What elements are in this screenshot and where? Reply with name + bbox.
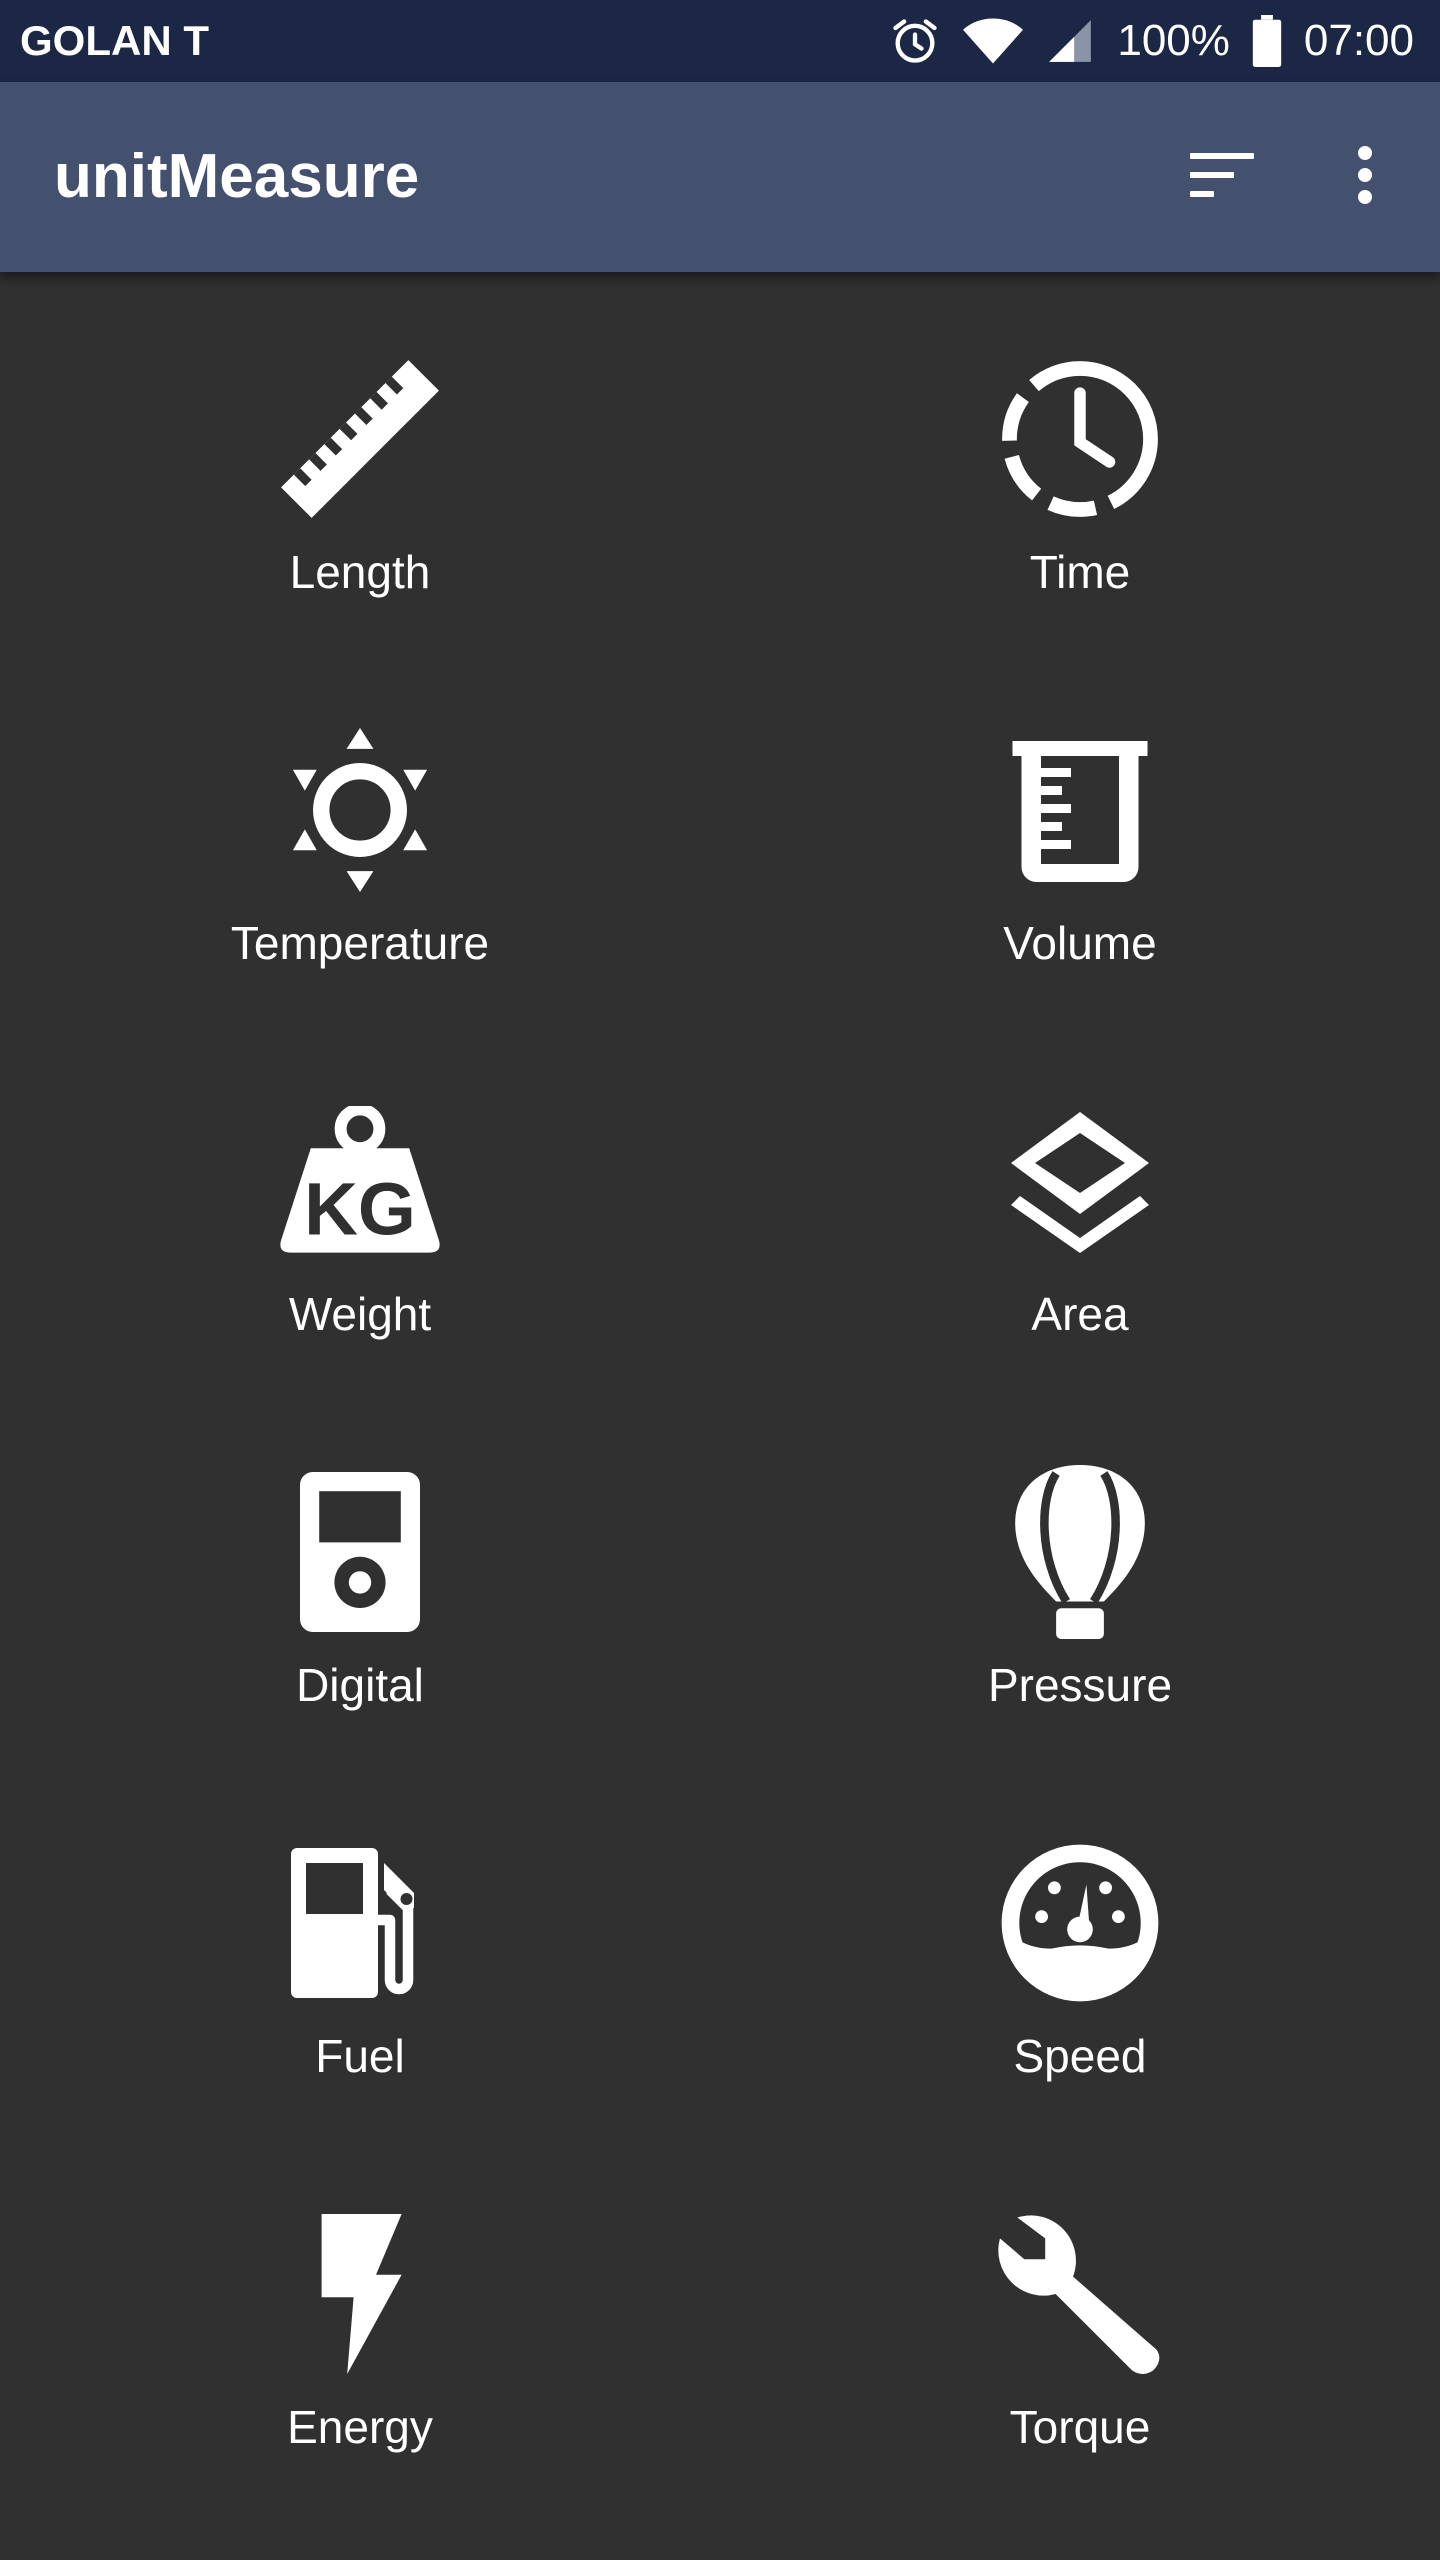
category-temperature[interactable]: Temperature [0,643,720,1014]
gas-pump-icon [291,1847,429,2003]
category-pressure[interactable]: Pressure [720,1385,1440,1756]
ruler-icon [270,349,450,534]
category-label: Pressure [987,1659,1173,1711]
clock-icon [998,357,1162,526]
svg-text:KG: KG [304,1167,416,1250]
category-torque[interactable]: Torque [720,2127,1440,2498]
category-volume[interactable]: Volume [720,643,1440,1014]
category-label: Area [1031,1288,1129,1340]
category-label: Energy [287,2401,433,2453]
kg-weight-icon: KG [278,1102,442,1261]
category-weight[interactable]: KG Weight [0,1014,720,1385]
status-bar: GOLAN T 100% 07:00 [0,0,1440,82]
beaker-icon [1005,735,1155,890]
category-fuel[interactable]: Fuel [0,1756,720,2127]
category-label: Torque [1009,2401,1151,2453]
sort-icon [1190,151,1254,204]
category-label: Time [1029,546,1131,598]
alarm-icon [889,15,941,67]
signal-icon [1045,15,1095,67]
ipod-icon [300,1471,420,1637]
app-title: unitMeasure [54,142,420,211]
category-energy[interactable]: Energy [0,2127,720,2498]
carrier-name: GOLAN T [20,17,209,64]
category-length[interactable]: Length [0,272,720,643]
more-options-button[interactable] [1325,137,1405,217]
wifi-icon [963,15,1024,67]
app-bar: unitMeasure [0,82,1440,272]
category-label: Length [289,546,431,598]
more-vert-icon [1355,145,1375,210]
layers-icon [1005,1106,1155,1261]
sort-button[interactable] [1182,137,1262,217]
lightning-icon [315,2213,405,2379]
category-grid: Length Time Temperature Volume KG Weight… [0,272,1440,2560]
sun-icon [285,727,435,897]
category-label: Weight [288,1288,432,1340]
hot-air-balloon-icon [1015,1464,1145,1644]
category-label: Fuel [315,2030,405,2082]
clock-time: 07:00 [1303,16,1414,65]
speedometer-icon [1000,1843,1160,2008]
battery-percent: 100% [1117,16,1230,65]
wrench-icon [993,2207,1167,2386]
category-time[interactable]: Time [720,272,1440,643]
category-speed[interactable]: Speed [720,1756,1440,2127]
status-indicators: 100% 07:00 [889,0,1414,82]
category-digital[interactable]: Digital [0,1385,720,1756]
category-label: Speed [1013,2030,1147,2082]
category-label: Volume [1003,917,1157,969]
category-label: Temperature [230,917,490,969]
category-area[interactable]: Area [720,1014,1440,1385]
battery-icon [1252,15,1282,67]
category-label: Digital [296,1659,424,1711]
